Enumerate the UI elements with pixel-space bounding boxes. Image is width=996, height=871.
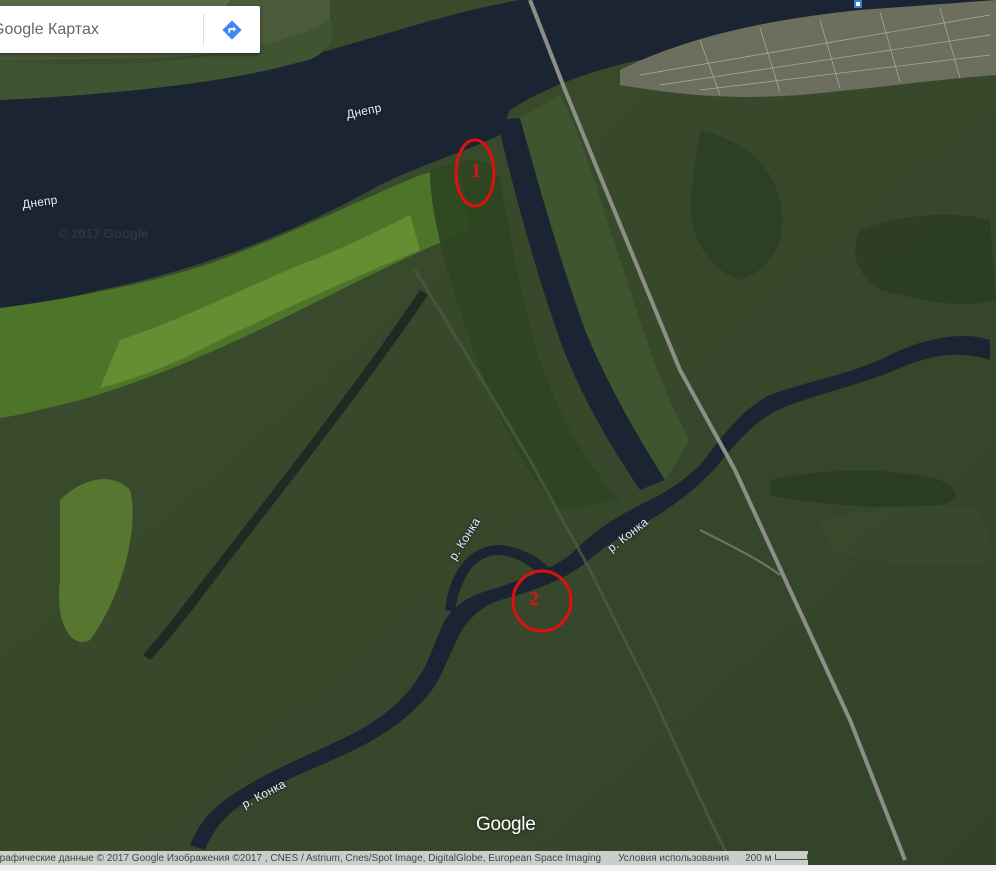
marker-1-label: 1	[471, 160, 482, 182]
watermark: © 2017 Google	[58, 226, 149, 241]
pin-icon[interactable]	[853, 0, 863, 10]
attribution-bar: графические данные © 2017 Google Изображ…	[0, 851, 808, 865]
map-imagery	[0, 0, 996, 871]
directions-button[interactable]	[204, 6, 260, 53]
google-logo: Google	[476, 814, 536, 835]
scale-bar	[775, 853, 808, 860]
bottom-strip	[0, 865, 996, 871]
attribution-text: графические данные © 2017 Google Изображ…	[0, 852, 602, 864]
directions-icon	[222, 19, 242, 40]
terms-link[interactable]: Условия использования	[618, 853, 729, 864]
satellite-map[interactable]: © 2017 Google Днепр Днепр р. Конка р. Ко…	[0, 0, 996, 871]
search-box	[0, 6, 260, 53]
marker-2-label: 2	[529, 588, 540, 610]
marker-2	[511, 569, 573, 633]
scale-label: 200 м	[745, 852, 772, 864]
search-input[interactable]	[0, 6, 203, 53]
